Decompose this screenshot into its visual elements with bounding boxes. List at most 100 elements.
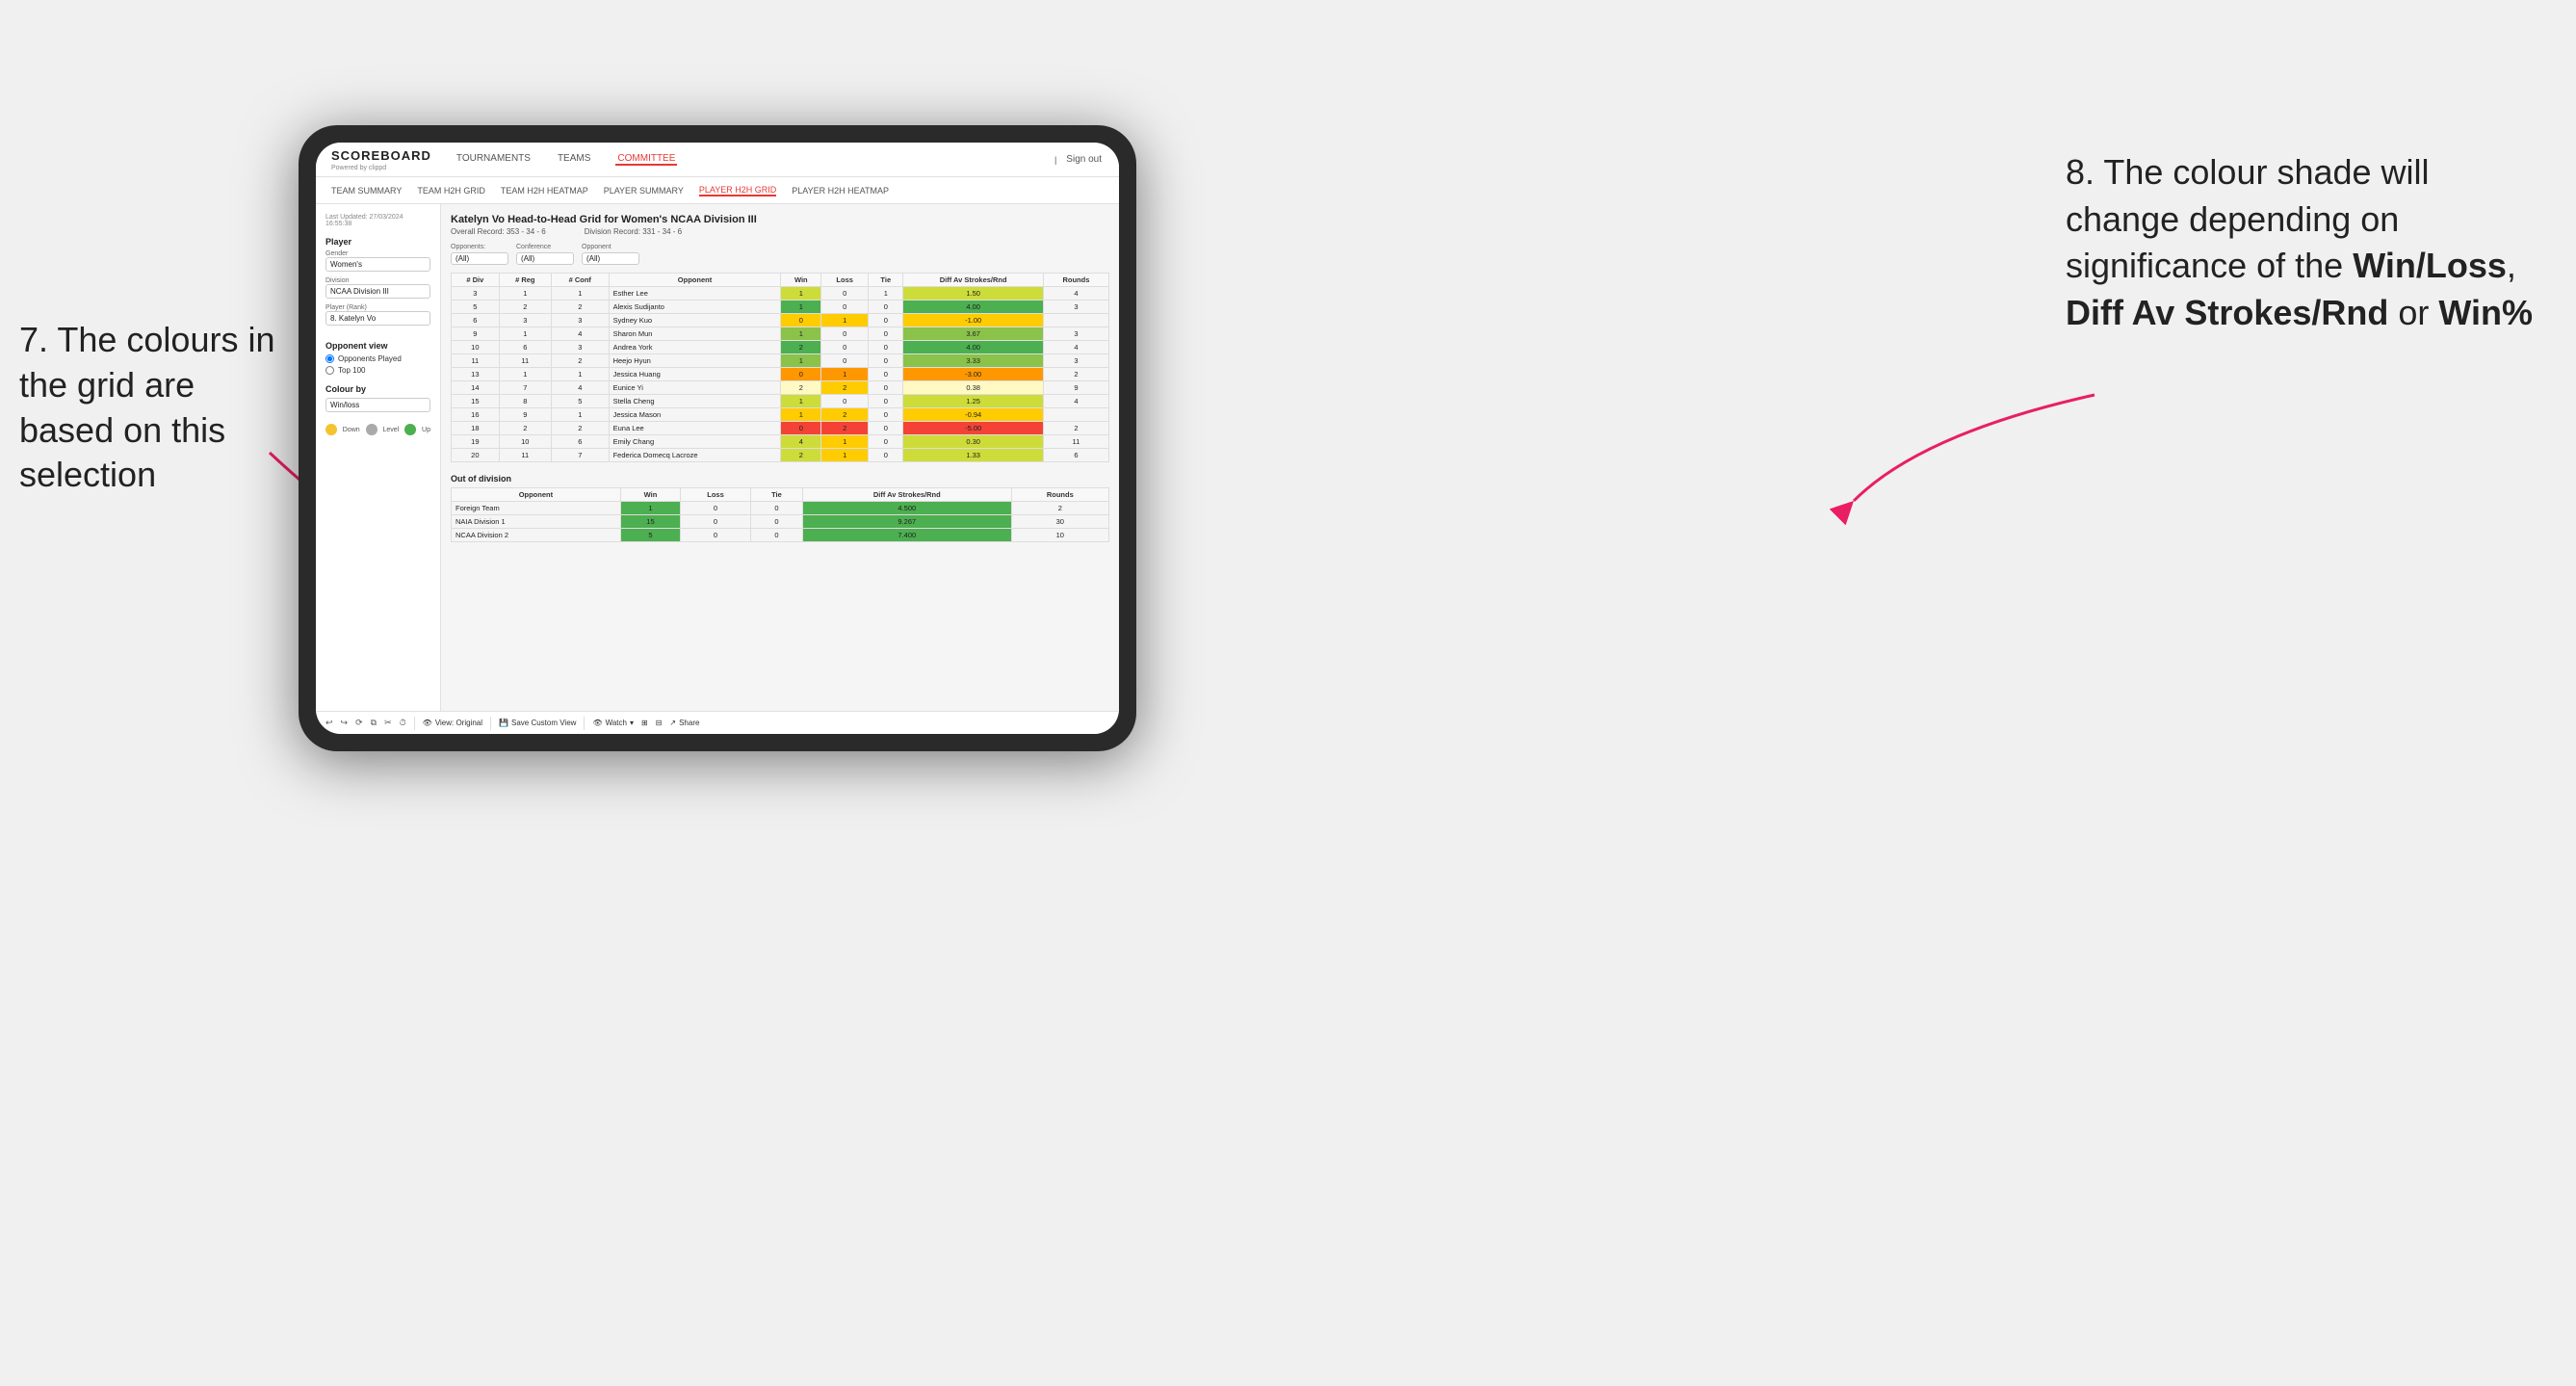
cell-win: 0	[781, 368, 821, 381]
cell-reg: 9	[499, 408, 551, 422]
conference-select[interactable]: (All)	[516, 252, 574, 265]
cell-win: 2	[781, 381, 821, 395]
cell-diff: 0.30	[903, 435, 1043, 449]
cell-reg: 6	[499, 341, 551, 354]
divider-2	[490, 717, 491, 730]
clock-icon[interactable]: ⏱	[400, 718, 406, 728]
table-row: 11 11 2 Heejo Hyun 1 0 0 3.33 3	[452, 354, 1109, 368]
cell-div: 5	[452, 301, 500, 314]
cell-win: 1	[781, 287, 821, 301]
ood-table-row: NCAA Division 2 5 0 0 7.400 10	[452, 529, 1109, 542]
overall-record: Overall Record: 353 - 34 - 6	[451, 227, 546, 236]
cell-reg: 2	[499, 301, 551, 314]
tablet-frame: SCOREBOARD Powered by clippd TOURNAMENTS…	[299, 125, 1136, 751]
timestamp: Last Updated: 27/03/2024 16:55:38	[325, 214, 430, 227]
cell-conf: 4	[551, 327, 609, 341]
tab-team-summary[interactable]: TEAM SUMMARY	[331, 186, 402, 196]
division-dropdown[interactable]: NCAA Division III	[325, 284, 430, 299]
cell-opponent: Andrea York	[609, 341, 781, 354]
cell-diff: -5.00	[903, 422, 1043, 435]
cell-reg: 1	[499, 287, 551, 301]
grid-button[interactable]: ⊟	[656, 719, 663, 727]
opponent-filter: Opponent (All)	[582, 244, 639, 265]
ood-col-diff: Diff Av Strokes/Rnd	[803, 488, 1012, 502]
radio-top100[interactable]: Top 100	[325, 366, 430, 375]
cell-rounds: 9	[1043, 381, 1108, 395]
tablet-screen: SCOREBOARD Powered by clippd TOURNAMENTS…	[316, 143, 1119, 734]
record-row: Overall Record: 353 - 34 - 6 Division Re…	[451, 227, 1109, 236]
nav-committee[interactable]: COMMITTEE	[615, 153, 677, 166]
redo-icon[interactable]: ↪	[341, 718, 349, 728]
cell-tie: 0	[869, 314, 903, 327]
cell-reg: 7	[499, 381, 551, 395]
cell-div: 6	[452, 314, 500, 327]
cell-div: 20	[452, 449, 500, 462]
tab-player-h2h-heatmap[interactable]: PLAYER H2H HEATMAP	[792, 186, 889, 196]
cell-rounds: 3	[1043, 301, 1108, 314]
bottom-toolbar: ↩ ↪ ⟳ ⧉ ✂ ⏱ 👁 View: Original 💾 Save Cust…	[316, 711, 1119, 734]
ood-cell-rounds: 10	[1011, 529, 1108, 542]
cell-div: 9	[452, 327, 500, 341]
tab-team-h2h-grid[interactable]: TEAM H2H GRID	[417, 186, 485, 196]
ood-cell-opponent: Foreign Team	[452, 502, 621, 515]
cell-opponent: Jessica Huang	[609, 368, 781, 381]
ood-col-opponent: Opponent	[452, 488, 621, 502]
opponent-select[interactable]: (All)	[582, 252, 639, 265]
cell-rounds: 3	[1043, 354, 1108, 368]
radio-opponents-played-input[interactable]	[325, 354, 334, 363]
cell-diff: 1.33	[903, 449, 1043, 462]
col-reg: # Reg	[499, 274, 551, 287]
forward-icon[interactable]: ⟳	[355, 718, 363, 728]
cell-conf: 4	[551, 381, 609, 395]
cell-diff: -3.00	[903, 368, 1043, 381]
main-nav: TOURNAMENTS TEAMS COMMITTEE	[455, 153, 1054, 166]
nav-tournaments[interactable]: TOURNAMENTS	[455, 153, 533, 166]
cell-win: 2	[781, 449, 821, 462]
tab-team-h2h-heatmap[interactable]: TEAM H2H HEATMAP	[501, 186, 588, 196]
cell-conf: 5	[551, 395, 609, 408]
layout-button[interactable]: ⊞	[641, 719, 648, 727]
ood-cell-loss: 0	[681, 529, 751, 542]
cell-diff: 1.25	[903, 395, 1043, 408]
gender-dropdown[interactable]: Women's	[325, 257, 430, 272]
cell-div: 13	[452, 368, 500, 381]
cell-conf: 1	[551, 287, 609, 301]
legend-level-dot	[366, 424, 377, 435]
view-original-button[interactable]: 👁 View: Original	[423, 719, 482, 727]
colour-by-dropdown[interactable]: Win/loss	[325, 398, 430, 412]
legend-up-label: Up	[422, 427, 430, 433]
cell-div: 10	[452, 341, 500, 354]
copy-icon[interactable]: ⧉	[371, 718, 377, 728]
tab-player-summary[interactable]: PLAYER SUMMARY	[604, 186, 684, 196]
radio-top100-input[interactable]	[325, 366, 334, 375]
cell-diff: 1.50	[903, 287, 1043, 301]
cell-tie: 0	[869, 435, 903, 449]
cell-div: 16	[452, 408, 500, 422]
cell-win: 0	[781, 422, 821, 435]
player-rank-dropdown[interactable]: 8. Katelyn Vo	[325, 311, 430, 326]
cell-win: 0	[781, 314, 821, 327]
ood-col-rounds: Rounds	[1011, 488, 1108, 502]
cut-icon[interactable]: ✂	[384, 718, 392, 728]
opponents-filter: Opponents: (All)	[451, 244, 508, 265]
save-custom-button[interactable]: 💾 Save Custom View	[499, 719, 576, 727]
tab-player-h2h-grid[interactable]: PLAYER H2H GRID	[699, 185, 776, 196]
undo-icon[interactable]: ↩	[325, 718, 333, 728]
cell-conf: 2	[551, 301, 609, 314]
cell-tie: 1	[869, 287, 903, 301]
radio-opponents-played[interactable]: Opponents Played	[325, 354, 430, 363]
sign-out-button[interactable]: Sign out	[1064, 154, 1104, 165]
cell-loss: 1	[821, 449, 869, 462]
ood-cell-diff: 4.500	[803, 502, 1012, 515]
cell-tie: 0	[869, 368, 903, 381]
cell-conf: 2	[551, 354, 609, 368]
share-button[interactable]: ↗ Share	[669, 719, 699, 727]
opponents-select[interactable]: (All)	[451, 252, 508, 265]
col-rounds: Rounds	[1043, 274, 1108, 287]
cell-diff: 4.00	[903, 341, 1043, 354]
watch-button[interactable]: 👁 Watch ▾	[592, 719, 634, 727]
cell-loss: 0	[821, 301, 869, 314]
col-win: Win	[781, 274, 821, 287]
nav-teams[interactable]: TEAMS	[556, 153, 592, 166]
cell-diff: 4.00	[903, 301, 1043, 314]
